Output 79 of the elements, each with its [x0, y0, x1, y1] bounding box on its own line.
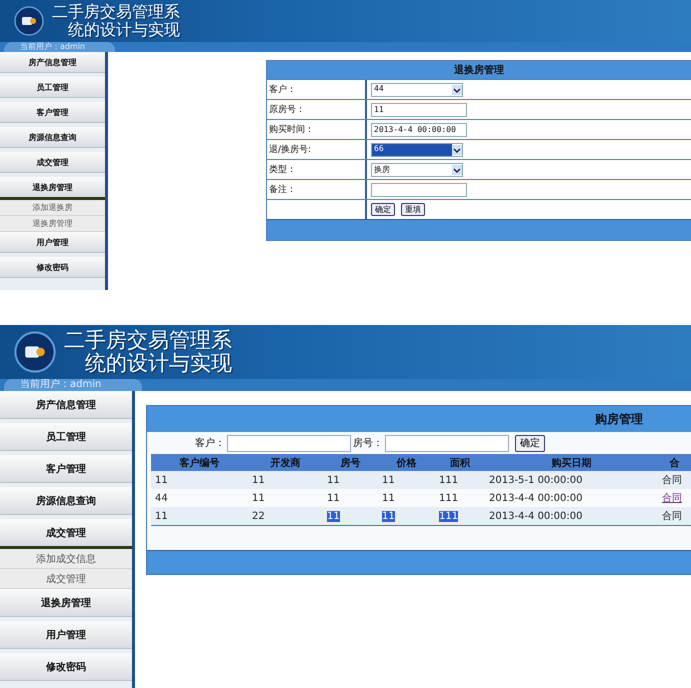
- menu-item[interactable]: 成交管理: [0, 519, 132, 549]
- table-cell: 11: [252, 474, 265, 486]
- form-button[interactable]: 重填: [401, 203, 425, 216]
- table-cell: 22: [252, 510, 265, 522]
- table-cell: 2013-4-4 00:00:00: [489, 492, 582, 504]
- dropdown-icon: [452, 84, 462, 94]
- menu-item[interactable]: 客户管理: [0, 102, 105, 123]
- menu-item[interactable]: 成交管理: [0, 152, 105, 173]
- menu-item[interactable]: 房产信息管理: [0, 52, 105, 73]
- table-cell: 44: [155, 492, 168, 504]
- input-field[interactable]: 2013-4-4 00:00:00: [371, 122, 467, 136]
- system-title: 统的设计与实现: [84, 352, 232, 376]
- select-field[interactable]: 换房: [371, 162, 463, 176]
- table-cell: 2013-4-4 00:00:00: [489, 510, 582, 522]
- menu-item[interactable]: 退换房管理: [0, 177, 105, 200]
- table-cell: 11: [382, 492, 395, 504]
- table-cell: 11: [382, 474, 395, 486]
- menu-item[interactable]: 退换房管理: [0, 589, 132, 617]
- submenu-item[interactable]: 成交管理: [0, 569, 132, 589]
- system-title: 二手房交易管理系: [52, 3, 180, 21]
- field-label: 原房号：: [267, 100, 367, 119]
- form-button[interactable]: 确定: [371, 203, 395, 216]
- table-cell: 2013-5-1 00:00:00: [489, 474, 582, 486]
- menu-item[interactable]: 修改密码: [0, 653, 132, 681]
- search-field[interactable]: [227, 434, 351, 452]
- table-cell: 11: [155, 510, 168, 522]
- table-cell: 11: [327, 492, 340, 504]
- panel-title: 购房管理: [147, 406, 691, 432]
- field-label: 类型：: [267, 160, 367, 179]
- menu-item[interactable]: 用户管理: [0, 621, 132, 649]
- search-label: 客户：: [195, 436, 225, 450]
- menu-item[interactable]: 房源信息查询: [0, 127, 105, 148]
- confirm-button[interactable]: 确定: [515, 434, 545, 452]
- column-header: 开发商: [248, 454, 323, 471]
- menu-item[interactable]: 客户管理: [0, 455, 132, 483]
- table-cell: 111: [439, 474, 458, 486]
- column-header: 购买日期: [485, 454, 658, 471]
- submenu-item[interactable]: 退换房管理: [0, 216, 105, 232]
- table-cell: 11: [327, 510, 340, 522]
- table-cell: 11: [382, 510, 395, 522]
- column-header: 面积: [435, 454, 485, 471]
- submenu-item[interactable]: 添加退换房: [0, 200, 105, 216]
- menu-item[interactable]: 房源信息查询: [0, 487, 132, 515]
- table-cell-text: 合同: [662, 510, 682, 523]
- field-label: 客户：: [267, 80, 367, 99]
- input-field[interactable]: 11: [371, 102, 467, 116]
- column-header: 合: [658, 454, 691, 471]
- menu-item[interactable]: 房产信息管理: [0, 391, 132, 419]
- dropdown-icon: [452, 144, 462, 154]
- system-title: 二手房交易管理系: [64, 328, 232, 352]
- input-field[interactable]: [371, 182, 467, 196]
- menu-item[interactable]: 修改密码: [0, 257, 105, 278]
- field-label: 备注：: [267, 180, 367, 199]
- logo-icon: [14, 331, 56, 373]
- menu-item[interactable]: 用户管理: [0, 232, 105, 253]
- table-cell-text: 合同: [662, 474, 682, 487]
- table-cell: 111: [439, 492, 458, 504]
- column-header: 房号: [323, 454, 378, 471]
- table-cell: 11: [252, 492, 265, 504]
- contract-link[interactable]: 合同: [662, 491, 682, 505]
- logo-icon: [14, 6, 44, 36]
- field-label: 退/换房号:: [267, 140, 367, 159]
- submenu-item[interactable]: 添加成交信息: [0, 549, 132, 569]
- select-field[interactable]: 66: [371, 142, 463, 156]
- current-user: 当前用户：admin: [4, 42, 115, 52]
- column-header: 客户编号: [151, 454, 248, 471]
- field-label: 购买时间：: [267, 120, 367, 139]
- menu-item[interactable]: 员工管理: [0, 423, 132, 451]
- system-title: 统的设计与实现: [67, 21, 180, 39]
- dropdown-icon: [452, 164, 462, 174]
- search-label: 房号：: [353, 436, 383, 450]
- panel-title: 退换房管理: [267, 61, 691, 79]
- table-cell: 11: [327, 474, 340, 486]
- menu-item[interactable]: 员工管理: [0, 77, 105, 98]
- select-field[interactable]: 44: [371, 82, 463, 96]
- table-cell: 11: [155, 474, 168, 486]
- column-header: 价格: [378, 454, 435, 471]
- table-cell: 111: [439, 510, 458, 522]
- search-field[interactable]: [385, 434, 509, 452]
